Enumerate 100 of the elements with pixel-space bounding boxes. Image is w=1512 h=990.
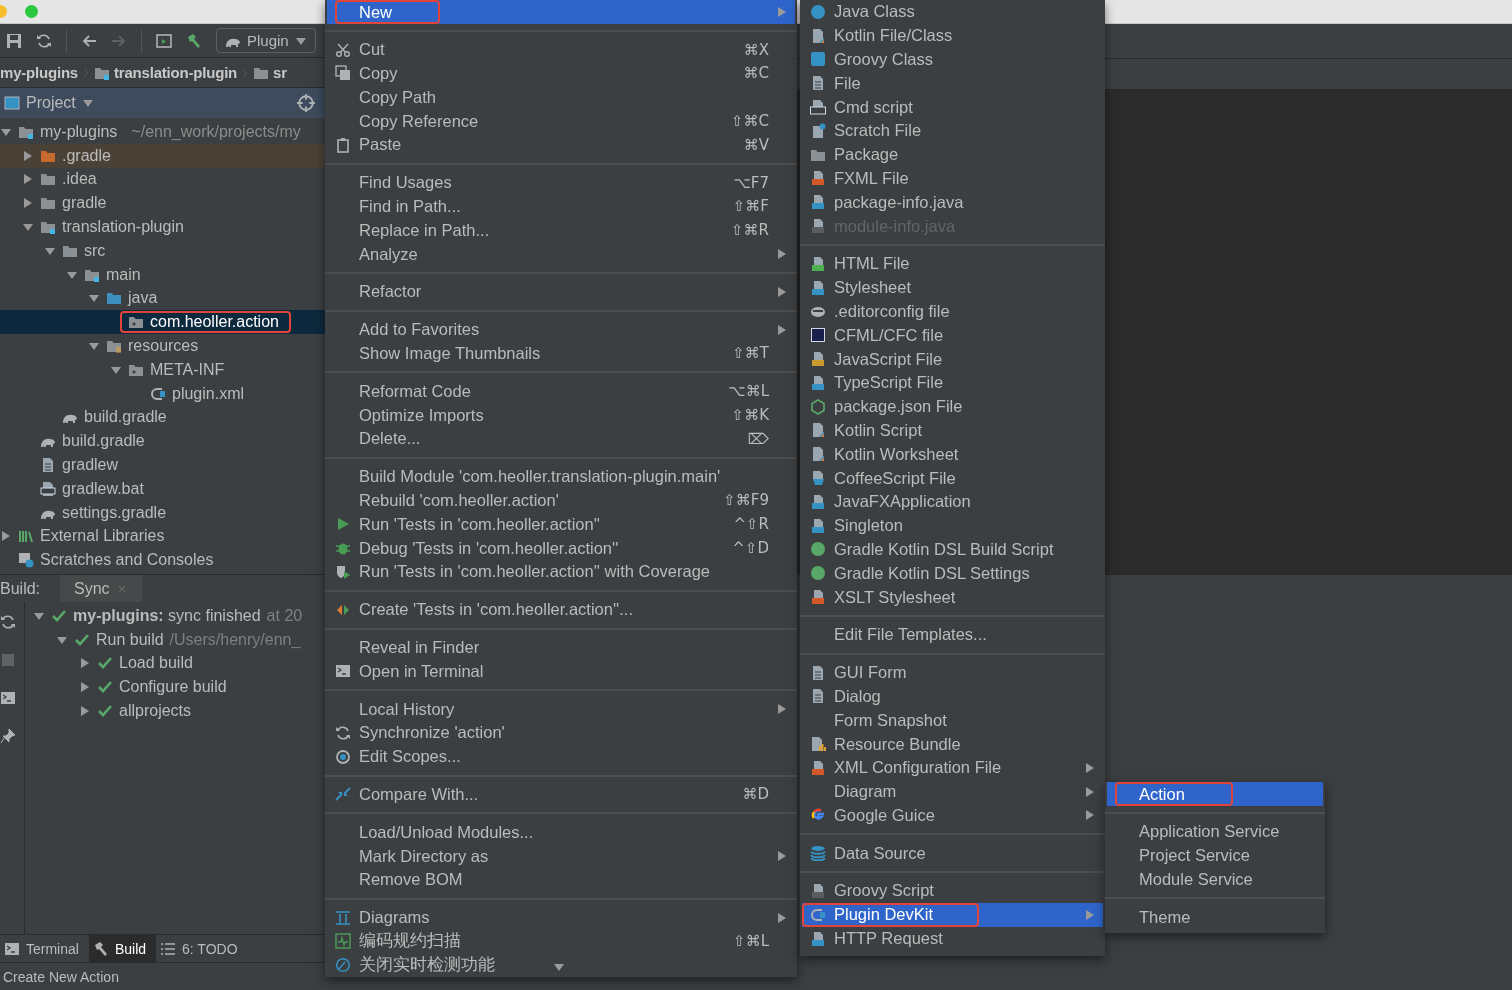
menu-item[interactable]: Rebuild 'com.heoller.action' ⇧⌘F9 [327,488,795,513]
menu-item[interactable]: Plugin DevKit [802,902,1103,927]
tree-item[interactable]: META-INF [0,357,325,382]
tree-item[interactable]: build.gradle [0,405,325,430]
menu-item[interactable]: XML Configuration File [802,755,1103,780]
panel-tab[interactable]: Sync [60,575,142,602]
menu-item[interactable]: package-info.java [802,190,1103,215]
menu-item[interactable]: Add to Favorites [327,317,795,342]
menu-item[interactable]: CFML/CFC file [802,323,1103,348]
zoom-button[interactable] [25,5,38,18]
tree-item[interactable]: settings.gradle [0,500,325,525]
menu-item[interactable]: Remove BOM [327,867,795,892]
menu-item[interactable]: Cmd script [802,95,1103,119]
menu-item[interactable]: Kotlin Worksheet [802,442,1103,467]
menu-item[interactable]: Load/Unload Modules... [327,820,795,845]
menu-item[interactable]: Run 'Tests in 'com.heoller.action'' ^⇧R [327,512,795,537]
tree-item[interactable]: my-plugins ~/enn_work/projects/my [0,120,325,144]
build-step[interactable]: my-plugins: sync finished at 20 [25,604,325,628]
tool-tab[interactable]: Terminal [0,935,89,962]
menu-item[interactable]: Copy Path [327,85,795,110]
menu-item[interactable]: Create 'Tests in 'com.heoller.action''... [327,597,795,622]
menu-item[interactable]: Replace in Path... ⇧⌘R [327,218,795,243]
tree-item[interactable]: build.gradle [0,429,325,454]
menu-item[interactable]: Google Guice [802,803,1103,828]
menu-item[interactable]: 关闭实时检测功能 [327,953,795,978]
tree-item[interactable]: gradlew [0,453,325,477]
tree-item[interactable]: .gradle [0,143,325,168]
menu-item[interactable]: HTTP Request [802,926,1103,951]
menu-item[interactable]: XSLT Stylesheet [802,585,1103,609]
menu-item[interactable]: Open in Terminal [327,659,795,684]
tool-tab[interactable]: 6: TODO [156,935,248,962]
menu-item[interactable]: Singleton [802,513,1103,538]
run-configuration-dropdown[interactable]: Plugin [216,28,316,53]
menu-item[interactable]: Gradle Kotlin DSL Build Script [802,537,1103,562]
menu-item[interactable]: Copy ⌘C [327,61,795,86]
menu-item[interactable]: Dialog [802,684,1103,709]
tree-item[interactable]: gradlew.bat [0,476,325,501]
tree-item[interactable]: resources [0,334,325,358]
menu-item[interactable]: JavaFXApplication [802,489,1103,514]
menu-item[interactable]: Theme [1107,905,1323,929]
breadcrumb[interactable]: translation-plugin [94,64,238,81]
menu-item[interactable]: Mark Directory as [327,844,795,868]
menu-item[interactable]: Refactor [327,279,795,304]
menu-item[interactable]: File [802,71,1103,96]
menu-item[interactable]: Reveal in Finder [327,635,795,660]
menu-item[interactable]: Application Service [1107,819,1323,844]
menu-item[interactable]: Edit File Templates... [802,622,1103,647]
panel-title[interactable]: Project [26,94,76,112]
menu-item[interactable]: New [327,0,795,24]
menu-item[interactable]: Kotlin Script [802,418,1103,443]
menu-item[interactable]: Form Snapshot [802,708,1103,733]
menu-item[interactable]: Delete... ⌦ [327,426,795,451]
menu-item[interactable]: Groovy Class [802,47,1103,72]
menu-item[interactable]: Diagram [802,779,1103,804]
tree-item[interactable]: External Libraries [0,524,325,549]
menu-item[interactable]: FXML File [802,166,1103,191]
menu-item[interactable]: GUI Form [802,660,1103,685]
tree-item[interactable]: com.heoller.action [0,310,325,335]
menu-item[interactable]: Find in Path... ⇧⌘F [327,194,795,219]
menu-item[interactable]: Scratch File [802,119,1103,143]
tree-item[interactable]: Scratches and Consoles [0,548,325,573]
menu-item[interactable]: Reformat Code ⌥⌘L [327,379,795,404]
menu-item[interactable]: Project Service [1107,843,1323,868]
menu-item[interactable]: Java Class [802,0,1103,24]
menu-item[interactable]: HTML File [802,251,1103,276]
menu-item[interactable]: package.json File [802,394,1103,419]
menu-item[interactable]: Build Module 'com.heoller.translation-plugin.main' [327,464,795,489]
menu-item[interactable]: Analyze [327,242,795,266]
breadcrumb[interactable]: my-plugins [0,64,78,81]
menu-item[interactable]: CoffeeScript File [802,466,1103,490]
menu-item[interactable]: Diagrams [327,905,795,930]
menu-item[interactable]: Data Source [802,841,1103,866]
menu-item[interactable]: Find Usages ⌥F7 [327,170,795,195]
menu-item[interactable]: Debug 'Tests in 'com.heoller.action'' ^⇧D [327,536,795,560]
tree-item[interactable]: main [0,262,325,287]
menu-item[interactable]: Action [1107,782,1323,806]
menu-item[interactable]: Groovy Script [802,879,1103,903]
menu-item[interactable]: Copy Reference ⇧⌘C [327,109,795,133]
menu-item[interactable]: Run 'Tests in 'com.heoller.action'' with Coverage [327,559,795,584]
tool-tab[interactable]: Build [88,935,157,962]
build-step[interactable]: Load build [25,651,325,676]
menu-item[interactable]: TypeScript File [802,370,1103,395]
menu-item[interactable]: JavaScript File [802,347,1103,371]
menu-item[interactable]: Resource Bundle [802,732,1103,756]
menu-item[interactable]: Kotlin File/Class [802,23,1103,48]
menu-item[interactable]: Stylesheet [802,275,1103,300]
tree-item[interactable]: plugin.xml [0,381,325,406]
menu-item[interactable]: Show Image Thumbnails ⇧⌘T [327,341,795,366]
menu-item[interactable]: Package [802,142,1103,167]
menu-item[interactable]: Edit Scopes... [327,744,795,769]
build-step[interactable]: allprojects [25,699,325,723]
breadcrumb[interactable]: sr [253,64,287,81]
menu-item[interactable]: Compare With... ⌘D [327,782,795,807]
tree-item[interactable]: .idea [0,167,325,192]
menu-item[interactable]: 编码规约扫描 ⇧⌘L [327,929,795,954]
tree-item[interactable]: translation-plugin [0,215,325,239]
tree-item[interactable]: java [0,286,325,311]
menu-item[interactable]: .editorconfig file [802,299,1103,324]
build-step[interactable]: Run build /Users/henry/enn_ [25,627,325,652]
menu-item[interactable]: Gradle Kotlin DSL Settings [802,561,1103,586]
